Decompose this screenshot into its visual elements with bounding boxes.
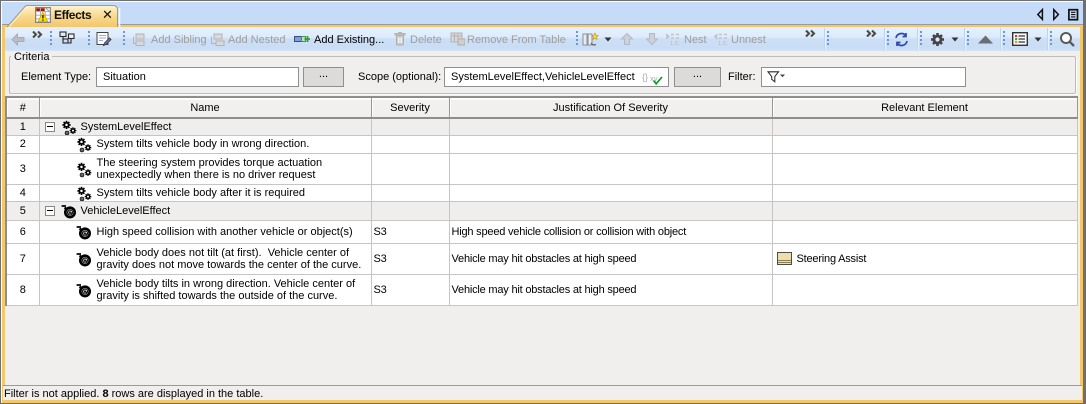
svg-text:{}: {} [642, 72, 648, 82]
svg-text:1.3.1: 1.3.1 [670, 41, 680, 46]
svg-text:1.3.1: 1.3.1 [718, 41, 728, 46]
